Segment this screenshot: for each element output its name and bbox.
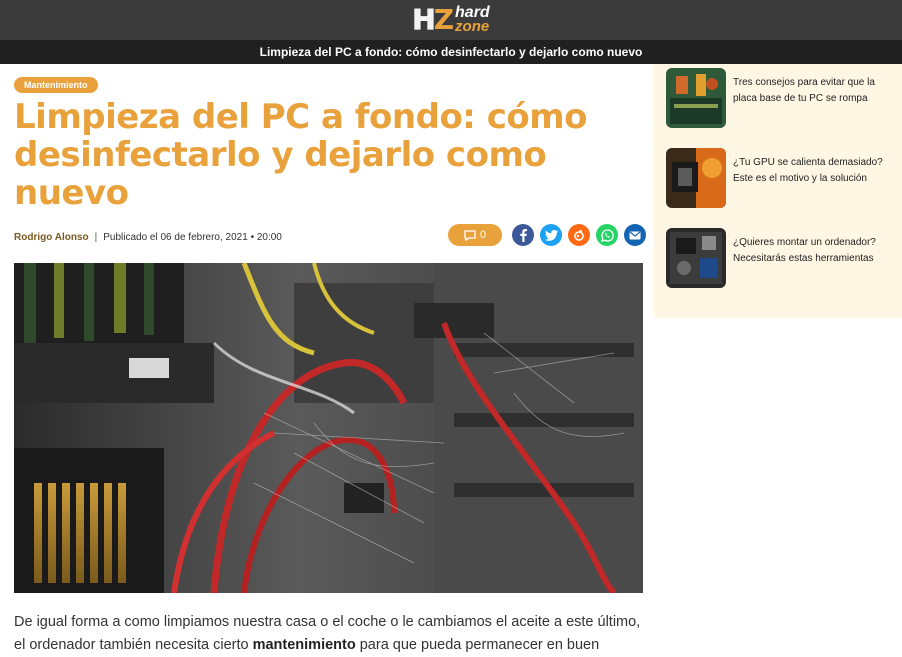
publish-date: Publicado el 06 de febrero, 2021 • 20:00 (103, 231, 282, 243)
related-item[interactable]: Tres consejos para evitar que la placa b… (666, 68, 898, 130)
article-title-bar-text: Limpieza del PC a fondo: cómo desinfecta… (259, 45, 643, 59)
related-title[interactable]: ¿Quieres montar un ordenador? Necesitará… (733, 235, 898, 290)
comments-button[interactable]: 0 (448, 224, 502, 246)
share-bar: 0 (448, 224, 646, 246)
whatsapp-icon (600, 228, 614, 242)
facebook-icon (520, 229, 527, 242)
article-body-paragraph: De igual forma a como limpiamos nuestra … (14, 614, 641, 653)
twitter-icon (544, 229, 558, 241)
related-item[interactable]: ¿Tu GPU se calienta demasiado? Este es e… (666, 148, 898, 210)
share-meneame-button[interactable] (568, 224, 590, 246)
related-thumb-gpu[interactable] (666, 148, 726, 208)
email-icon (629, 231, 641, 239)
hero-image (14, 263, 643, 593)
article-meta: Rodrigo Alonso | Publicado el 06 de febr… (14, 230, 282, 244)
related-thumb-motherboard[interactable] (666, 68, 726, 128)
body-bold-keyword: mantenimiento (252, 637, 356, 653)
share-facebook-button[interactable] (512, 224, 534, 246)
related-item[interactable]: ¿Quieres montar un ordenador? Necesitará… (666, 228, 898, 290)
share-twitter-button[interactable] (540, 224, 562, 246)
related-sidebar: Tres consejos para evitar que la placa b… (654, 64, 902, 318)
related-title[interactable]: ¿Tu GPU se calienta demasiado? Este es e… (733, 155, 898, 210)
logo-mark: HZ (412, 3, 454, 36)
share-whatsapp-button[interactable] (596, 224, 618, 246)
logo-zone-text: zone (455, 18, 490, 35)
hardzone-logo[interactable]: HZ hard zone (412, 3, 490, 36)
comment-icon (464, 229, 476, 241)
share-email-button[interactable] (624, 224, 646, 246)
meta-separator: | (94, 231, 98, 243)
category-badge[interactable]: Mantenimiento (14, 77, 98, 93)
meneame-icon (574, 230, 584, 241)
article-title-bar: Limpieza del PC a fondo: cómo desinfecta… (0, 40, 902, 64)
comment-count: 0 (479, 229, 487, 241)
author-link[interactable]: Rodrigo Alonso (14, 232, 89, 243)
related-thumb-tools[interactable] (666, 228, 726, 288)
related-title[interactable]: Tres consejos para evitar que la placa b… (733, 75, 898, 130)
article-headline: Limpieza del PC a fondo: cómo desinfecta… (14, 97, 588, 213)
site-header: HZ hard zone (0, 0, 902, 40)
